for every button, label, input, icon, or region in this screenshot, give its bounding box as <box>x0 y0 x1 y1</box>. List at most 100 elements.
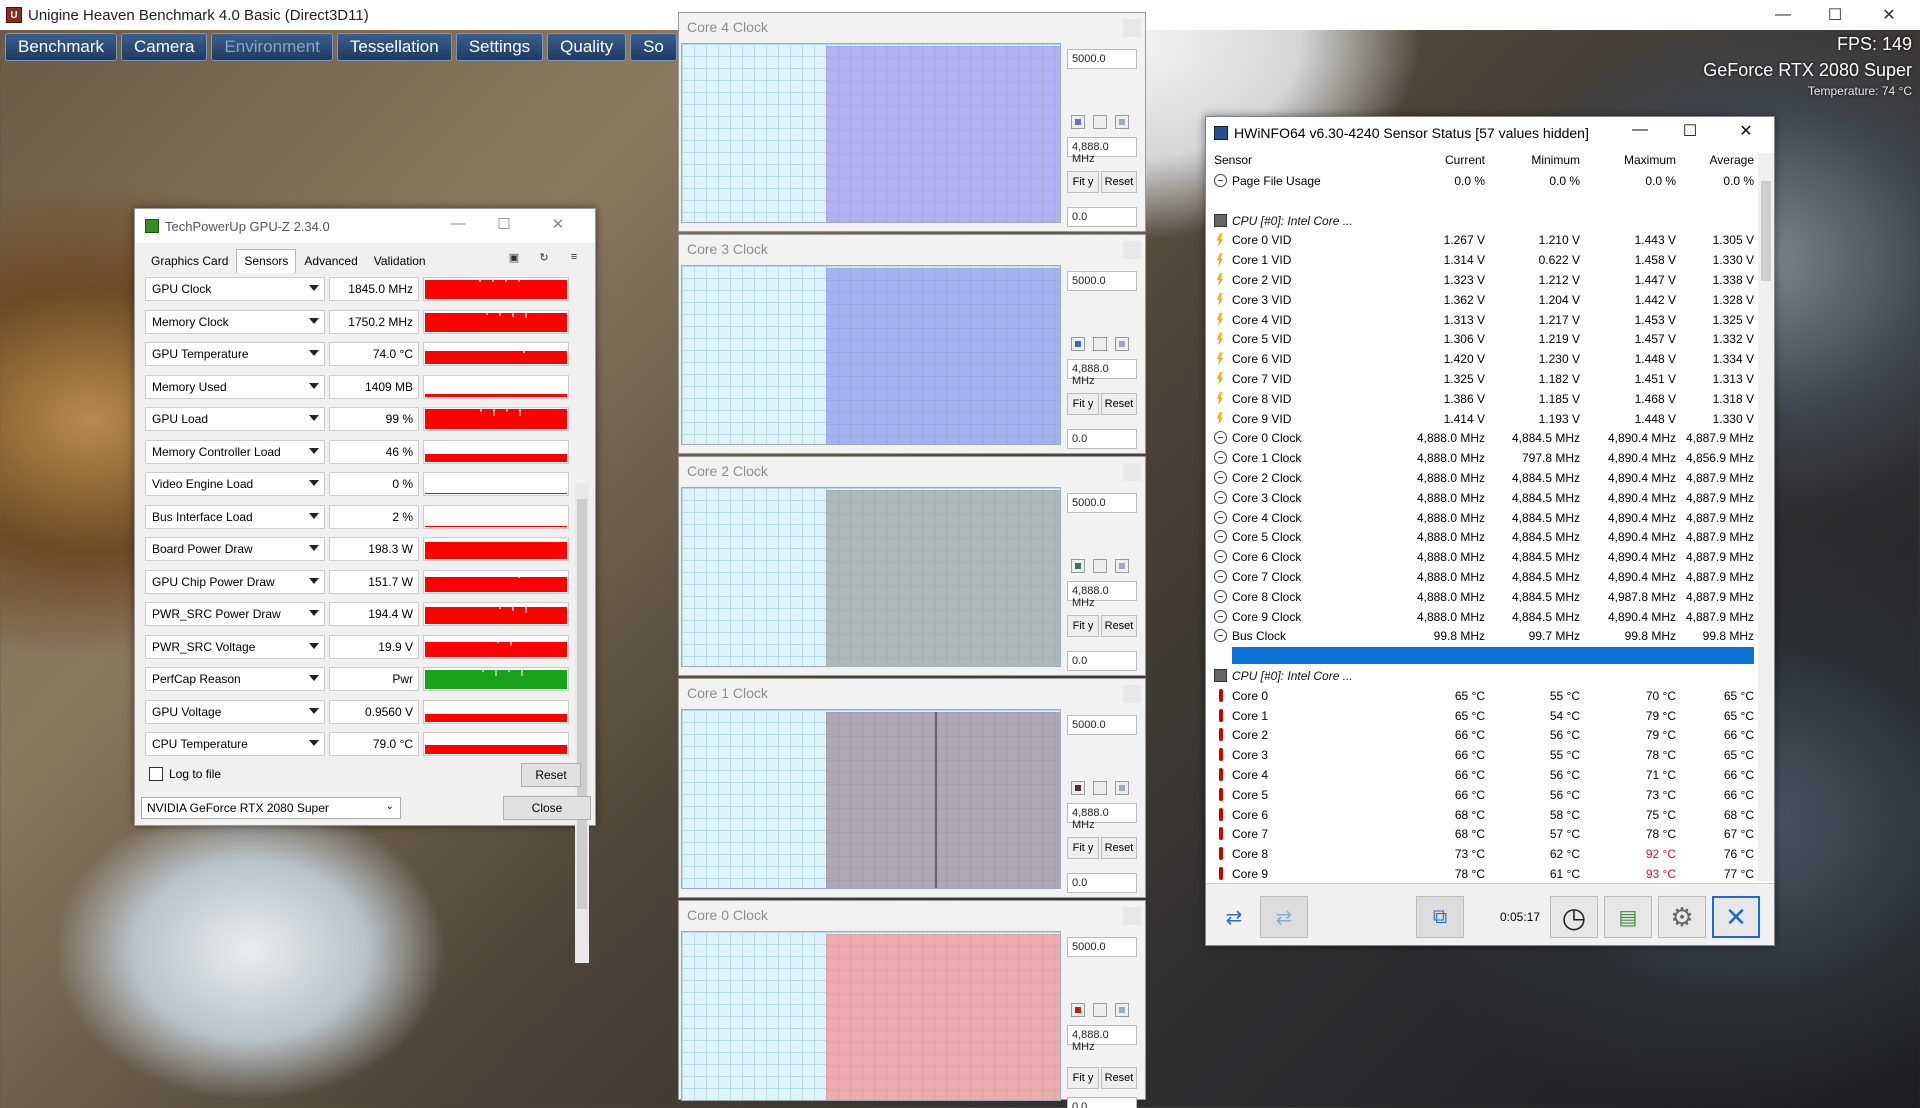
graph-option-swatch[interactable] <box>1093 337 1107 351</box>
col-current[interactable]: Current <box>1385 153 1485 167</box>
chevron-down-icon[interactable] <box>309 642 319 649</box>
gpuz-scrollbar[interactable] <box>575 483 589 963</box>
gpuz-maximize-button[interactable]: ☐ <box>489 215 519 233</box>
table-row[interactable]: Core 0 VID 1.267 V 1.210 V 1.443 V 1.305… <box>1210 230 1758 250</box>
table-row[interactable]: Core 1 Clock 4,888.0 MHz 797.8 MHz 4,890… <box>1210 448 1758 468</box>
sensor-name[interactable]: Memory Controller Load <box>145 439 325 464</box>
selected-row[interactable] <box>1210 646 1758 666</box>
table-row[interactable]: Core 2 VID 1.323 V 1.212 V 1.447 V 1.338… <box>1210 270 1758 290</box>
table-row[interactable]: Core 1 65 °C 54 °C 79 °C 65 °C <box>1210 706 1758 726</box>
core-graph-close-button[interactable] <box>1123 907 1141 925</box>
core-graph-close-button[interactable] <box>1123 19 1141 37</box>
table-row[interactable]: Core 4 VID 1.313 V 1.217 V 1.453 V 1.325… <box>1210 310 1758 330</box>
chevron-down-icon[interactable] <box>309 675 319 681</box>
table-row[interactable]: Core 2 Clock 4,888.0 MHz 4,884.5 MHz 4,8… <box>1210 468 1758 488</box>
graph-color-swatch[interactable] <box>1071 559 1085 573</box>
graph-option-swatch[interactable] <box>1115 337 1129 351</box>
hwinfo-close-button[interactable]: ✕ <box>1726 121 1766 141</box>
graph-color-swatch[interactable] <box>1071 115 1085 129</box>
col-sensor[interactable]: Sensor <box>1214 153 1252 167</box>
graph-color-swatch[interactable] <box>1071 1003 1085 1017</box>
chevron-down-icon[interactable] <box>309 545 319 551</box>
table-row[interactable]: Core 0 Clock 4,888.0 MHz 4,884.5 MHz 4,8… <box>1210 428 1758 448</box>
nav-arrows-disabled-icon[interactable]: ⇄ <box>1260 896 1308 938</box>
table-row[interactable]: Page File Usage 0.0 % 0.0 % 0.0 % 0.0 % <box>1210 171 1758 191</box>
graph-max-field[interactable]: 5000.0 <box>1067 271 1137 291</box>
chevron-down-icon[interactable] <box>309 610 319 616</box>
table-row[interactable]: Core 7 VID 1.325 V 1.182 V 1.451 V 1.313… <box>1210 369 1758 389</box>
graph-color-swatch[interactable] <box>1071 337 1085 351</box>
core-graph-close-button[interactable] <box>1123 685 1141 703</box>
table-row[interactable]: Core 8 Clock 4,888.0 MHz 4,884.5 MHz 4,9… <box>1210 587 1758 607</box>
tab-advanced[interactable]: Advanced <box>296 249 365 273</box>
chevron-down-icon[interactable] <box>309 317 319 324</box>
hwinfo-scroll-thumb[interactable] <box>1761 181 1771 281</box>
graph-min-field[interactable]: 0.0 <box>1067 1097 1137 1108</box>
hwinfo-maximize-button[interactable]: ☐ <box>1670 121 1710 141</box>
graph-max-field[interactable]: 5000.0 <box>1067 715 1137 735</box>
sensor-name[interactable]: Bus Interface Load <box>145 504 325 529</box>
heaven-menu-environment[interactable]: Environment <box>211 33 333 61</box>
fit-y-button[interactable]: Fit y <box>1067 393 1099 415</box>
gpuz-reset-button[interactable]: Reset <box>521 763 581 787</box>
chevron-down-icon[interactable] <box>309 350 319 356</box>
chevron-down-icon[interactable] <box>309 415 319 421</box>
sensor-name[interactable]: CPU Temperature <box>145 732 325 756</box>
graph-option-swatch[interactable] <box>1093 781 1107 795</box>
sensor-name[interactable]: GPU Temperature <box>145 342 325 366</box>
chevron-down-icon[interactable] <box>309 512 319 519</box>
core-graph-close-button[interactable] <box>1123 463 1141 481</box>
table-row[interactable]: Core 3 VID 1.362 V 1.204 V 1.442 V 1.328… <box>1210 290 1758 310</box>
refresh-icon[interactable]: ↻ <box>535 251 553 269</box>
sensor-name[interactable]: GPU Chip Power Draw <box>145 569 325 594</box>
heaven-menu-camera[interactable]: Camera <box>120 33 208 61</box>
heaven-menu-so[interactable]: So <box>630 33 677 61</box>
table-row[interactable]: Core 5 66 °C 56 °C 73 °C 66 °C <box>1210 785 1758 805</box>
table-row[interactable]: Core 6 Clock 4,888.0 MHz 4,884.5 MHz 4,8… <box>1210 547 1758 567</box>
fit-y-button[interactable]: Fit y <box>1067 615 1099 637</box>
table-row[interactable]: Core 5 VID 1.306 V 1.219 V 1.457 V 1.332… <box>1210 329 1758 349</box>
sensor-name[interactable]: PWR_SRC Power Draw <box>145 602 325 626</box>
graph-reset-button[interactable]: Reset <box>1101 171 1137 193</box>
chevron-down-icon[interactable] <box>309 740 319 746</box>
table-row[interactable]: Core 4 Clock 4,888.0 MHz 4,884.5 MHz 4,8… <box>1210 508 1758 528</box>
table-row[interactable]: Core 0 65 °C 55 °C 70 °C 65 °C <box>1210 686 1758 706</box>
graph-option-swatch[interactable] <box>1115 559 1129 573</box>
table-row[interactable]: Core 9 VID 1.414 V 1.193 V 1.448 V 1.330… <box>1210 409 1758 429</box>
graph-option-swatch[interactable] <box>1093 115 1107 129</box>
table-row[interactable]: Core 1 VID 1.314 V 0.622 V 1.458 V 1.330… <box>1210 250 1758 270</box>
sensor-name[interactable]: Memory Used <box>145 374 325 399</box>
gpuz-close-button[interactable]: ✕ <box>543 215 573 233</box>
hwinfo-minimize-button[interactable]: — <box>1620 121 1660 139</box>
close-icon[interactable]: ✕ <box>1712 896 1760 938</box>
table-row[interactable]: Core 3 Clock 4,888.0 MHz 4,884.5 MHz 4,8… <box>1210 488 1758 508</box>
graph-reset-button[interactable]: Reset <box>1101 837 1137 859</box>
sensor-name[interactable]: GPU Load <box>145 407 325 431</box>
sensor-name[interactable]: GPU Clock <box>145 277 325 301</box>
graph-min-field[interactable]: 0.0 <box>1067 429 1137 449</box>
table-row[interactable]: Core 9 78 °C 61 °C 93 °C 77 °C <box>1210 864 1758 884</box>
heaven-maximize-button[interactable]: ☐ <box>1812 0 1858 30</box>
graph-min-field[interactable]: 0.0 <box>1067 651 1137 671</box>
graph-min-field[interactable]: 0.0 <box>1067 207 1137 227</box>
table-row[interactable]: Core 2 66 °C 56 °C 79 °C 66 °C <box>1210 725 1758 745</box>
heaven-menu-tessellation[interactable]: Tessellation <box>336 33 452 61</box>
chevron-down-icon[interactable] <box>309 577 319 584</box>
fit-y-button[interactable]: Fit y <box>1067 171 1099 193</box>
heaven-close-button[interactable]: ✕ <box>1866 0 1912 30</box>
table-row[interactable]: Core 6 VID 1.420 V 1.230 V 1.448 V 1.334… <box>1210 349 1758 369</box>
table-row[interactable]: Core 4 66 °C 56 °C 71 °C 66 °C <box>1210 765 1758 785</box>
table-row[interactable]: Core 6 68 °C 58 °C 75 °C 68 °C <box>1210 805 1758 825</box>
hwinfo-scrollbar[interactable] <box>1758 153 1774 881</box>
gpuz-device-select[interactable]: NVIDIA GeForce RTX 2080 Super ⌄ <box>141 797 401 819</box>
graph-reset-button[interactable]: Reset <box>1101 393 1137 415</box>
sensor-group-header[interactable]: CPU [#0]: Intel Core ... <box>1210 666 1758 686</box>
graph-option-swatch[interactable] <box>1093 559 1107 573</box>
menu-icon[interactable]: ≡ <box>565 251 583 269</box>
table-row[interactable]: Core 8 VID 1.386 V 1.185 V 1.468 V 1.318… <box>1210 389 1758 409</box>
col-average[interactable]: Average <box>1654 153 1754 167</box>
sensor-name[interactable]: PWR_SRC Voltage <box>145 634 325 659</box>
graph-option-swatch[interactable] <box>1093 1003 1107 1017</box>
graph-option-swatch[interactable] <box>1115 781 1129 795</box>
gpuz-log-to-file[interactable]: Log to file <box>149 767 221 781</box>
